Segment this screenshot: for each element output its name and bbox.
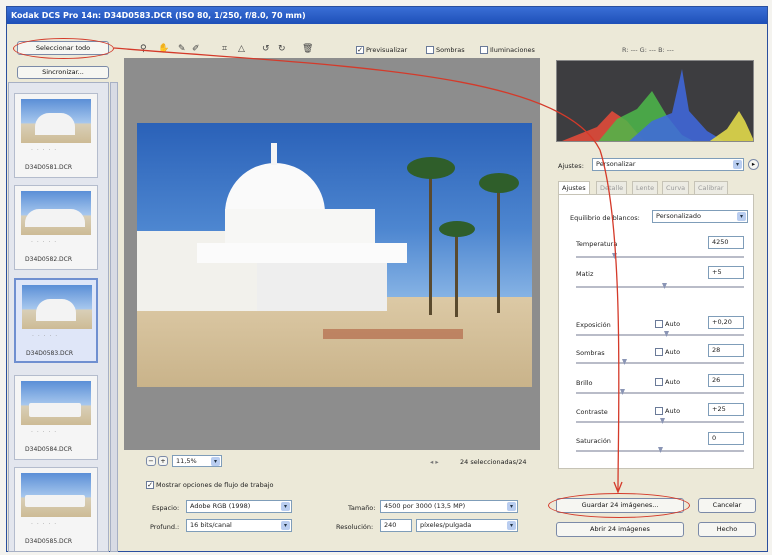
annotation-arrow [113, 47, 623, 494]
